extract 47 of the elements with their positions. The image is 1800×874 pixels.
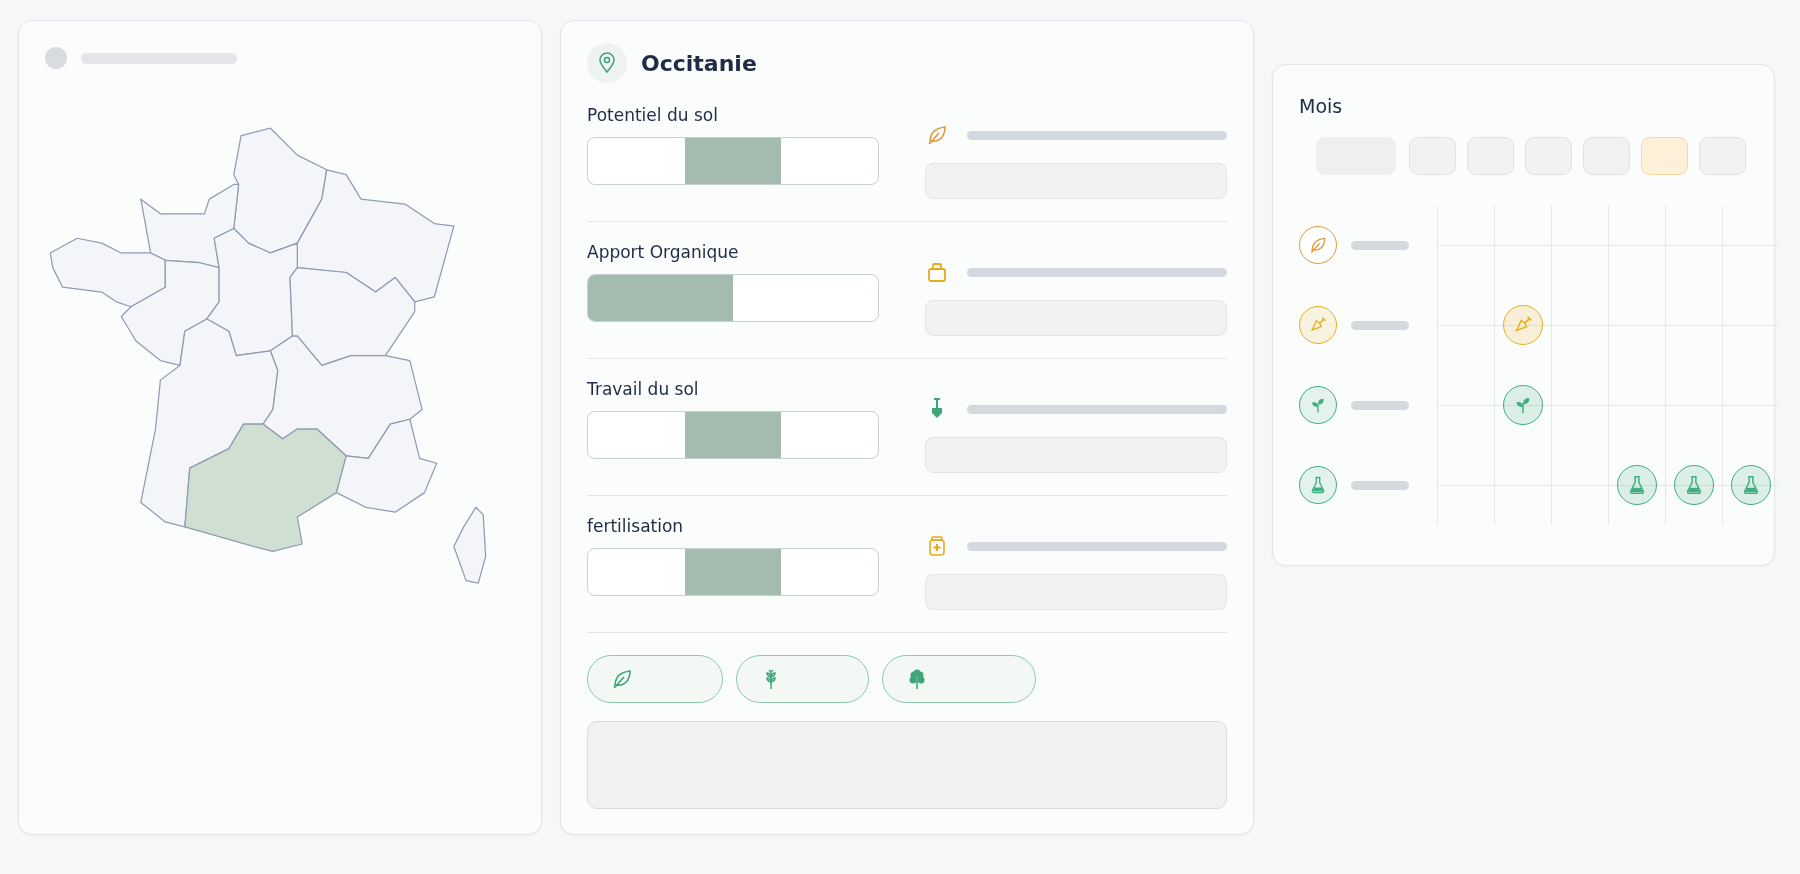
input-field[interactable] <box>925 300 1227 336</box>
month-chip[interactable] <box>1467 137 1514 175</box>
segmented-slider[interactable] <box>587 548 879 596</box>
map-region[interactable] <box>206 227 298 357</box>
map-region[interactable] <box>140 183 240 269</box>
avatar-placeholder <box>45 47 67 69</box>
month-chip[interactable] <box>1699 137 1746 175</box>
schedule-marker[interactable] <box>1674 465 1714 505</box>
leaf-icon <box>1308 235 1328 255</box>
map-region[interactable] <box>120 259 220 367</box>
region-title: Occitanie <box>641 50 757 76</box>
map-region[interactable] <box>453 506 487 584</box>
map-region[interactable] <box>140 318 279 528</box>
criterion-label: Potentiel du sol <box>587 105 719 125</box>
criterion-label: Apport Organique <box>587 242 740 262</box>
schedule-marker[interactable] <box>1731 465 1771 505</box>
map-region[interactable] <box>262 335 423 459</box>
input-field[interactable] <box>925 163 1227 199</box>
month-chip[interactable] <box>1409 137 1456 175</box>
wheat-chip[interactable] <box>736 655 869 703</box>
input-field[interactable] <box>925 574 1227 610</box>
map-region[interactable] <box>233 127 328 254</box>
text-area[interactable] <box>587 721 1227 809</box>
segmented-slider[interactable] <box>587 137 879 185</box>
leaf-icon <box>610 667 634 691</box>
schedule-title: Mois <box>1299 95 1344 117</box>
text-placeholder <box>1351 240 1409 250</box>
map-region[interactable] <box>49 237 166 308</box>
text-placeholder <box>1351 400 1409 410</box>
map-region[interactable] <box>184 423 347 552</box>
map-region[interactable] <box>296 169 455 303</box>
month-chip[interactable] <box>1641 137 1688 175</box>
criterion-label: fertilisation <box>587 516 685 536</box>
schedule-marker[interactable] <box>1503 305 1543 345</box>
criterion-label: Travail du sol <box>587 379 700 399</box>
leaf-chip[interactable] <box>587 655 723 703</box>
month-chip[interactable] <box>1525 137 1572 175</box>
map-region[interactable] <box>289 267 416 367</box>
schedule-marker[interactable] <box>1503 385 1543 425</box>
text-placeholder <box>1351 320 1409 330</box>
segmented-slider[interactable] <box>587 411 879 459</box>
input-field[interactable] <box>925 437 1227 473</box>
schedule-marker[interactable] <box>1617 465 1657 505</box>
level-slider[interactable] <box>587 274 879 322</box>
map-region[interactable] <box>335 418 438 513</box>
month-chip[interactable] <box>1583 137 1630 175</box>
text-placeholder <box>1351 480 1409 490</box>
